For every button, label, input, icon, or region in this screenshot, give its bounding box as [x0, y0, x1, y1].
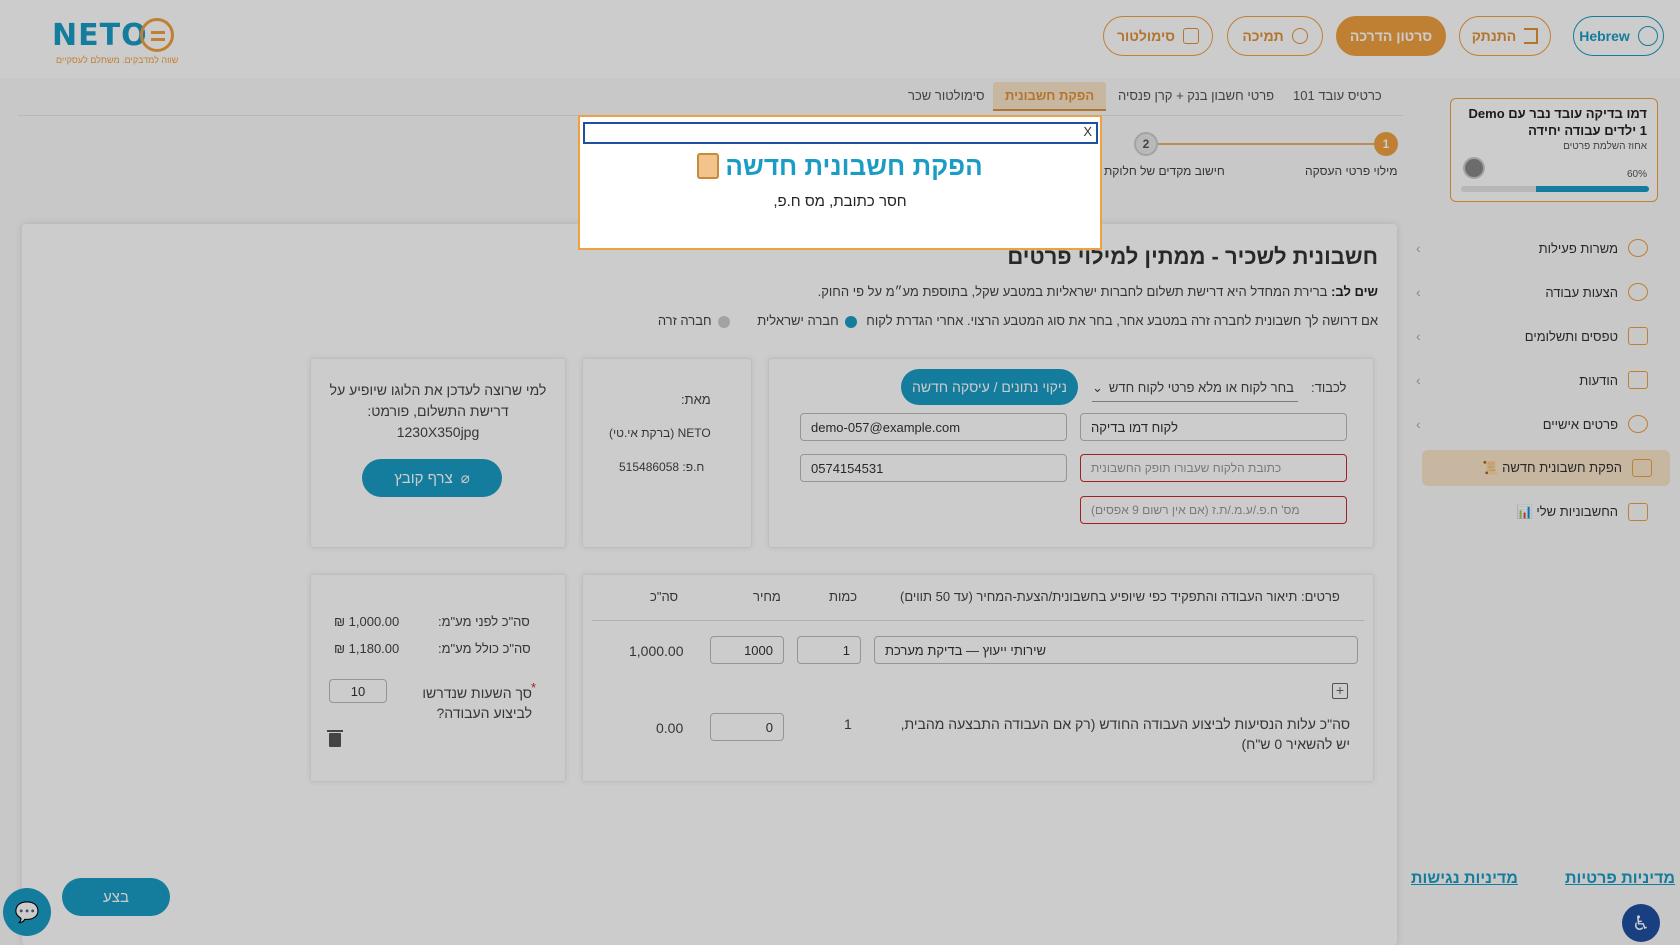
- modal-top-bar: X: [583, 122, 1098, 144]
- modal-title-text: הפקת חשבונית חדשה: [725, 151, 983, 181]
- alert-modal: X הפקת חשבונית חדשה חסר כתובת, מס ח.פ,: [578, 115, 1102, 250]
- scroll-icon: [697, 153, 720, 179]
- modal-title: הפקת חשבונית חדשה: [580, 151, 1100, 182]
- close-button[interactable]: X: [1083, 124, 1092, 139]
- modal-message: חסר כתובת, מס ח.פ,: [773, 193, 907, 210]
